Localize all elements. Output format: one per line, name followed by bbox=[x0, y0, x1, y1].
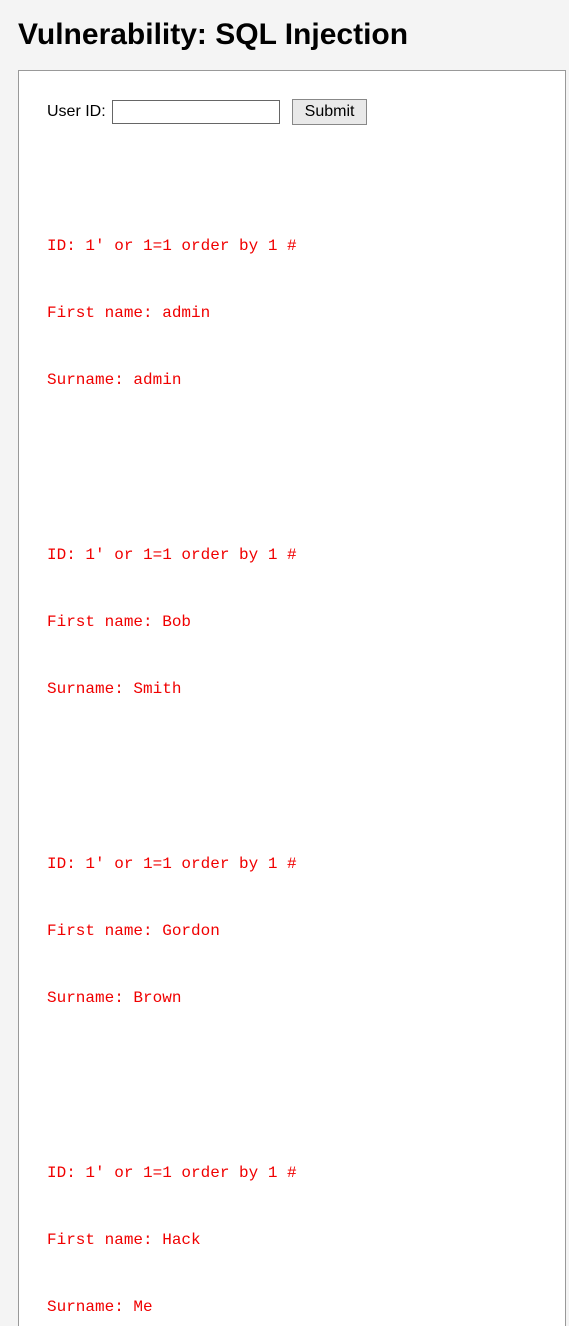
result-block: ID: 1' or 1=1 order by 1 # First name: H… bbox=[47, 1117, 537, 1326]
results-area: ID: 1' or 1=1 order by 1 # First name: a… bbox=[47, 145, 537, 1326]
result-id-line: ID: 1' or 1=1 order by 1 # bbox=[47, 853, 537, 875]
result-id-line: ID: 1' or 1=1 order by 1 # bbox=[47, 1162, 537, 1184]
result-block: ID: 1' or 1=1 order by 1 # First name: a… bbox=[47, 190, 537, 436]
result-firstname-line: First name: Bob bbox=[47, 611, 537, 633]
userid-input[interactable] bbox=[112, 100, 280, 124]
result-firstname-line: First name: admin bbox=[47, 302, 537, 324]
result-surname-line: Surname: Brown bbox=[47, 987, 537, 1009]
userid-label: User ID: bbox=[47, 103, 106, 121]
result-firstname-line: First name: Gordon bbox=[47, 920, 537, 942]
result-surname-line: Surname: Me bbox=[47, 1296, 537, 1318]
result-surname-line: Surname: admin bbox=[47, 369, 537, 391]
result-surname-line: Surname: Smith bbox=[47, 678, 537, 700]
result-id-line: ID: 1' or 1=1 order by 1 # bbox=[47, 544, 537, 566]
result-firstname-line: First name: Hack bbox=[47, 1229, 537, 1251]
result-id-line: ID: 1' or 1=1 order by 1 # bbox=[47, 235, 537, 257]
userid-form: User ID: Submit bbox=[47, 99, 537, 125]
submit-button[interactable]: Submit bbox=[292, 99, 368, 125]
page-title: Vulnerability: SQL Injection bbox=[18, 18, 569, 52]
result-block: ID: 1' or 1=1 order by 1 # First name: B… bbox=[47, 499, 537, 745]
content-box: User ID: Submit ID: 1' or 1=1 order by 1… bbox=[18, 70, 566, 1326]
result-block: ID: 1' or 1=1 order by 1 # First name: G… bbox=[47, 808, 537, 1054]
